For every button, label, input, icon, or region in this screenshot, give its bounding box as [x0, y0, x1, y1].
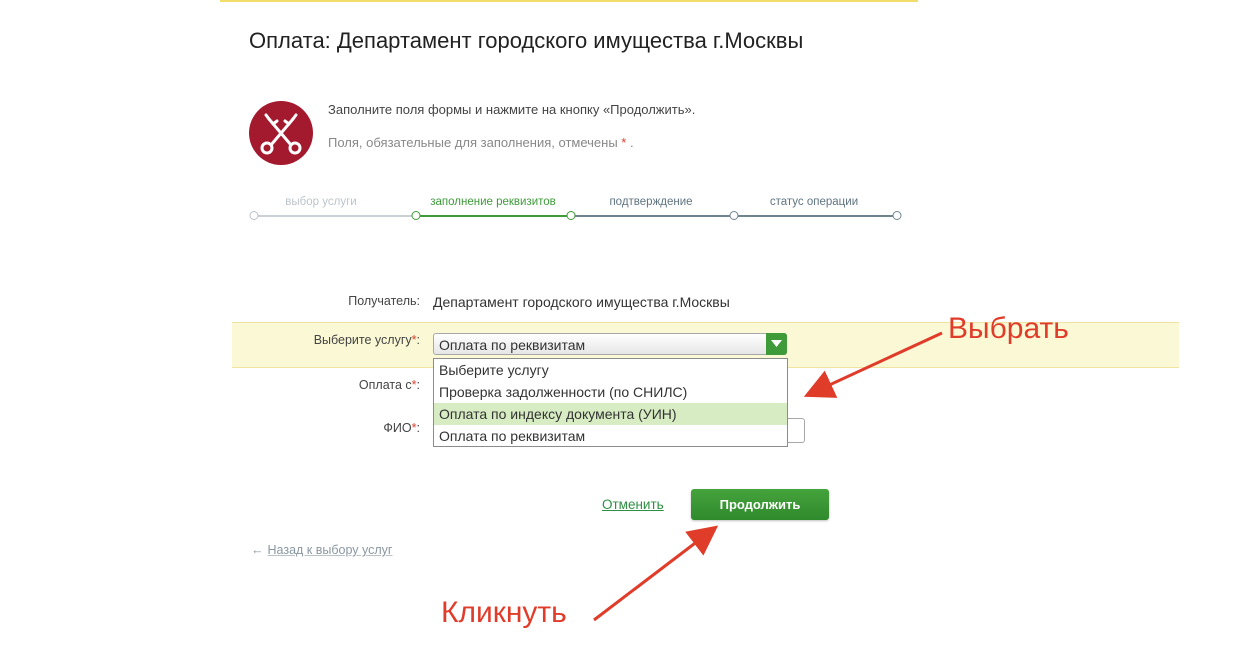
- annotation-arrow-click: [593, 525, 719, 622]
- annotation-arrow-select: [803, 331, 943, 398]
- annotation-arrows: [593, 331, 943, 622]
